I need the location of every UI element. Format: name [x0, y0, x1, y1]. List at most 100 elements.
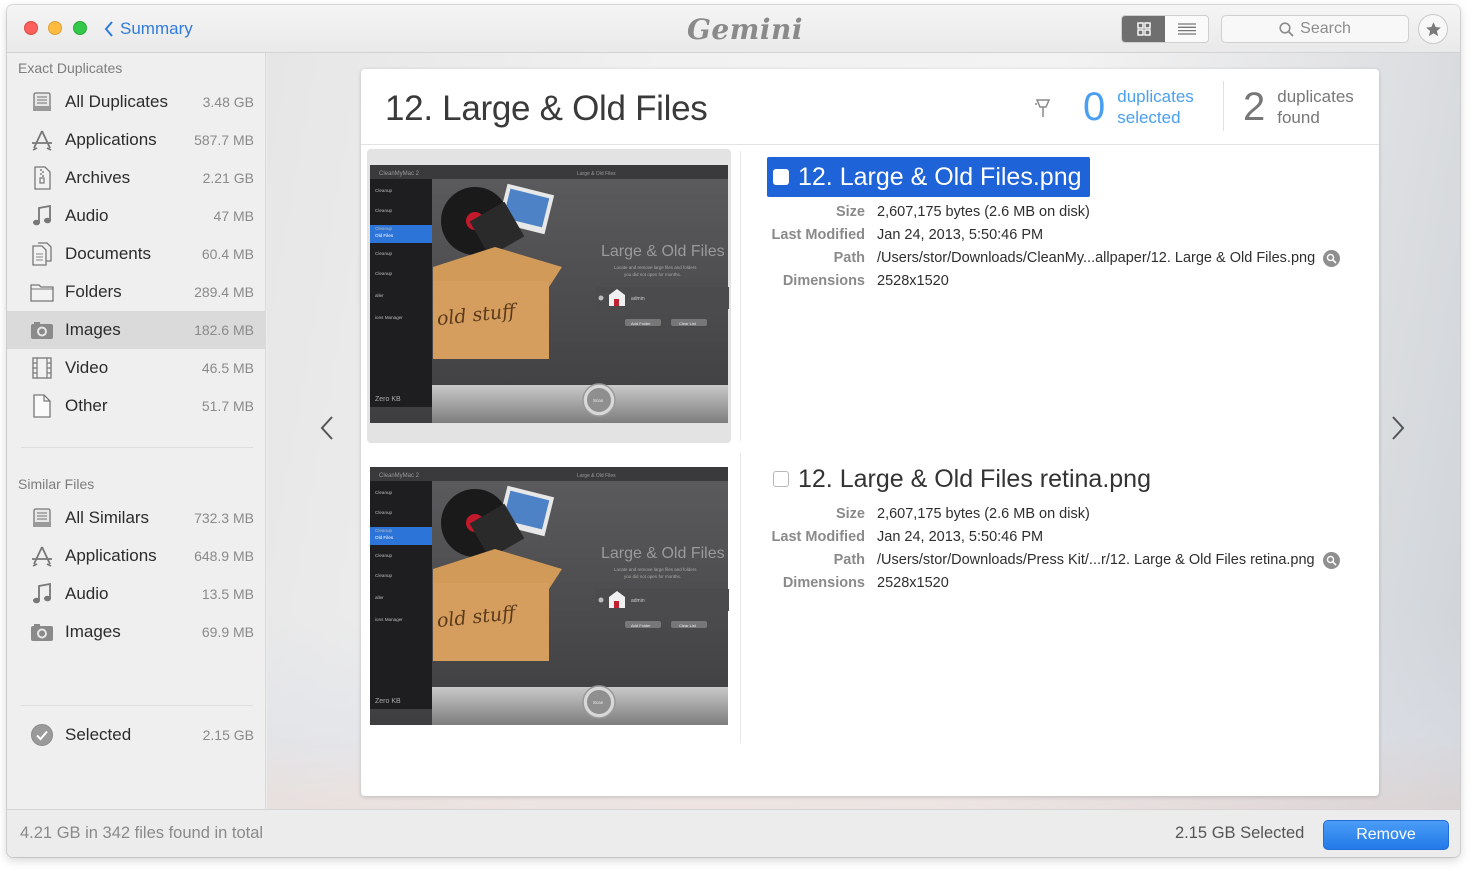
sidebar-item-size: 69.9 MB	[201, 624, 254, 640]
all-duplicates-icon	[30, 90, 54, 114]
sidebar-item-size: 648.9 MB	[194, 548, 254, 564]
thumb-clear-list: Clear List	[679, 321, 697, 326]
size-key: Size	[835, 506, 865, 522]
dimensions-key: Dimensions	[782, 273, 865, 289]
thumb-add-folder: Add Folder	[631, 321, 651, 326]
sidebar-item-similar-images[interactable]: Images 69.9 MB	[7, 613, 266, 651]
sidebar-item-label: All Similars	[65, 508, 150, 527]
modified-key: Last Modified	[771, 227, 865, 243]
back-label: Summary	[120, 19, 193, 38]
modified-value: Jan 24, 2013, 5:50:46 PM	[877, 227, 1044, 243]
back-to-summary-button[interactable]: Summary	[104, 18, 193, 40]
reveal-in-finder-button[interactable]	[1323, 250, 1341, 267]
sidebar-item-similar-applications[interactable]: Applications 648.9 MB	[7, 537, 266, 575]
favorites-button[interactable]	[1418, 14, 1448, 44]
selected-label: duplicates selected	[1117, 86, 1194, 128]
sidebar-item-folders[interactable]: Folders 289.4 MB	[7, 273, 266, 311]
camera-icon	[30, 318, 54, 342]
next-group-button[interactable]	[1388, 413, 1408, 443]
sidebar-item-archives[interactable]: Archives 2.21 GB	[7, 159, 266, 197]
reveal-in-finder-button[interactable]	[1322, 552, 1340, 569]
file-name: 12. Large & Old Files.png	[798, 162, 1082, 191]
sidebar-item-label: Applications	[65, 546, 157, 565]
sidebar-item-label: Images	[65, 320, 121, 339]
size-value: 2,607,175 bytes (2.6 MB on disk)	[877, 506, 1090, 522]
sidebar-item-all-duplicates[interactable]: All Duplicates 3.48 GB	[7, 83, 266, 121]
file-select-checkbox[interactable]	[773, 471, 789, 487]
header-divider	[361, 144, 1379, 145]
thumb-user: admin	[631, 296, 645, 302]
sidebar-item-applications[interactable]: Applications 587.7 MB	[7, 121, 266, 159]
file-thumbnail[interactable]: CleanMyMac 2 Large & Old Files Cleanup C…	[367, 149, 731, 443]
sidebar-item-similar-audio[interactable]: Audio 13.5 MB	[7, 575, 266, 613]
thumb-menu-item: Cleanup	[375, 553, 393, 558]
thumb-add-folder: Add Folder	[631, 623, 651, 628]
thumb-app-title: CleanMyMac 2	[379, 171, 420, 177]
file-select-checkbox[interactable]	[773, 169, 789, 185]
film-icon	[30, 356, 54, 380]
sidebar-item-label: All Duplicates	[65, 92, 168, 111]
path-key: Path	[833, 250, 865, 266]
remove-button[interactable]: Remove	[1323, 820, 1449, 850]
sidebar-item-images[interactable]: Images 182.6 MB	[7, 311, 266, 349]
chevron-left-icon	[104, 21, 113, 37]
thumb-menu-item: Cleanup	[375, 226, 393, 231]
sidebar-item-size: 60.4 MB	[201, 246, 254, 262]
camera-icon	[30, 620, 54, 644]
sidebar-item-size: 289.4 MB	[194, 284, 254, 300]
total-found-text: 4.21 GB in 342 files found in total	[20, 824, 264, 842]
thumb-user: admin	[631, 598, 645, 604]
path-value: /Users/stor/Downloads/Press Kit/...r/12.…	[877, 552, 1315, 568]
sidebar-item-label: Other	[65, 396, 108, 415]
minimize-window-button[interactable]	[48, 21, 62, 35]
stat-divider	[1223, 81, 1224, 131]
search-field[interactable]: Search	[1221, 15, 1409, 43]
sidebar-item-size: 2.15 GB	[202, 727, 254, 743]
close-window-button[interactable]	[24, 21, 38, 35]
selected-count: 0	[1083, 85, 1106, 129]
list-view-button[interactable]	[1165, 16, 1208, 42]
sidebar-item-audio[interactable]: Audio 47 MB	[7, 197, 266, 235]
sidebar-item-label: Documents	[65, 244, 151, 263]
thumb-subtitle-2: you did not open for months.	[624, 272, 681, 277]
checkmark-circle-icon	[30, 723, 54, 747]
modified-value: Jan 24, 2013, 5:50:46 PM	[877, 529, 1044, 545]
sidebar-item-size: 47 MB	[213, 208, 254, 224]
titlebar: Summary Gemini Search	[7, 5, 1460, 53]
app-window: Summary Gemini Search Exact Duplicates A…	[7, 5, 1460, 857]
sidebar-item-documents[interactable]: Documents 60.4 MB	[7, 235, 266, 273]
pin-icon[interactable]	[1031, 95, 1055, 119]
all-similars-icon	[30, 506, 54, 530]
thumb-heading: Large & Old Files	[601, 243, 725, 260]
dimensions-value: 2528x1520	[877, 273, 949, 289]
thumb-menu-item: ions Manager	[375, 315, 403, 320]
modified-key: Last Modified	[771, 529, 865, 545]
zoom-window-button[interactable]	[73, 21, 87, 35]
magnifier-icon	[1326, 555, 1337, 566]
thumb-menu-item: Cleanup	[375, 251, 393, 256]
sidebar-item-selected[interactable]: Selected 2.15 GB	[7, 716, 266, 754]
thumb-footer: Zero KB	[375, 698, 401, 705]
applications-icon	[30, 544, 54, 568]
thumb-app-title: CleanMyMac 2	[379, 473, 420, 479]
dimensions-key: Dimensions	[782, 575, 865, 591]
sidebar-item-video[interactable]: Video 46.5 MB	[7, 349, 266, 387]
sidebar-item-size: 732.3 MB	[194, 510, 254, 526]
sidebar-item-other[interactable]: Other 51.7 MB	[7, 387, 266, 425]
found-label-line-1: duplicates	[1277, 87, 1354, 106]
sidebar-item-label: Selected	[65, 725, 132, 744]
file-thumbnail[interactable]: CleanMyMac 2 Large & Old Files Cleanup C…	[367, 451, 731, 745]
size-key: Size	[835, 204, 865, 220]
sidebar-item-label: Archives	[65, 168, 131, 187]
file-name-row[interactable]: 12. Large & Old Files retina.png	[767, 459, 1159, 499]
file-name-row[interactable]: 12. Large & Old Files.png	[767, 157, 1090, 197]
sidebar-item-size: 2.21 GB	[202, 170, 254, 186]
sidebar-item-all-similars[interactable]: All Similars 732.3 MB	[7, 499, 266, 537]
grid-view-button[interactable]	[1122, 16, 1165, 42]
folder-icon	[30, 280, 54, 304]
thumb-scan: Scan	[593, 398, 604, 403]
chevron-left-icon	[320, 416, 333, 440]
thumb-clear-list: Clear List	[679, 623, 697, 628]
previous-group-button[interactable]	[317, 413, 337, 443]
sidebar-item-label: Audio	[65, 206, 109, 225]
